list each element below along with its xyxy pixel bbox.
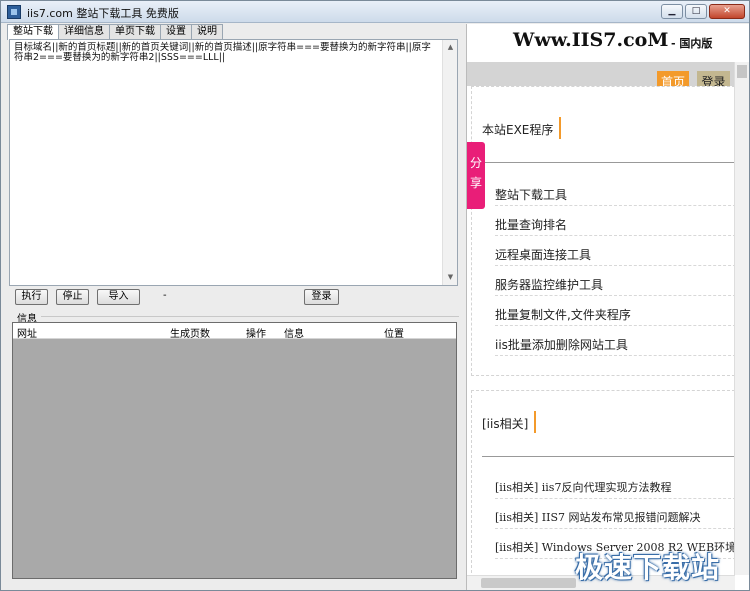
list-item[interactable]: 远程桌面连接工具 <box>495 244 736 266</box>
web-vertical-scrollbar[interactable] <box>734 62 749 575</box>
web-panel: Www.IIS7.coM - 国内版 首页 登录 本站EXE程序 整站下载工具 … <box>466 24 749 590</box>
column-header-action[interactable]: 操作 <box>246 325 266 340</box>
column-header-url[interactable]: 网址 <box>17 325 37 340</box>
maximize-button[interactable]: □ <box>685 4 707 19</box>
info-listview[interactable]: 网址 生成页数 操作 信息 位置 <box>12 322 457 579</box>
list-item[interactable]: 服务器监控维护工具 <box>495 274 736 296</box>
status-dash: - <box>163 290 167 301</box>
login-button[interactable]: 登录 <box>304 289 339 305</box>
app-window: iis7.com 整站下载工具 免费版 ▁ □ ✕ 整站下载 详细信息 单页下载… <box>0 0 750 591</box>
list-header: 网址 生成页数 操作 信息 位置 <box>13 323 456 340</box>
site-watermark: 极速下载站 <box>575 551 721 584</box>
section-rule <box>482 162 736 163</box>
stop-button[interactable]: 停止 <box>56 289 89 305</box>
config-textarea[interactable]: 目标域名||新的首页标题||新的首页关键词||新的首页描述||原字符串===要替… <box>9 39 458 286</box>
section-title-exe: 本站EXE程序 <box>482 117 562 139</box>
scroll-down-icon[interactable]: ▼ <box>443 270 458 285</box>
column-header-pages[interactable]: 生成页数 <box>170 325 210 340</box>
title-bar[interactable]: iis7.com 整站下载工具 免费版 ▁ □ ✕ <box>1 1 749 23</box>
tab-site-download[interactable]: 整站下载 <box>7 24 59 40</box>
list-item[interactable]: 整站下载工具 <box>495 184 736 206</box>
section-rule <box>482 456 736 457</box>
editor-scrollbar[interactable]: ▲ ▼ <box>442 40 457 285</box>
app-icon <box>7 5 21 19</box>
group-divider <box>41 316 459 317</box>
list-item[interactable]: [iis相关] IIS7 网站发布常见报错问题解决 <box>495 507 736 529</box>
window-controls: ▁ □ ✕ <box>661 4 745 19</box>
scroll-thumb[interactable] <box>737 65 747 78</box>
list-item[interactable]: 批量查询排名 <box>495 214 736 236</box>
tab-help[interactable]: 说明 <box>191 24 223 39</box>
brand-logo[interactable]: Www.IIS7.coM <box>513 29 668 51</box>
config-text: 目标域名||新的首页标题||新的首页关键词||新的首页描述||原字符串===要替… <box>14 42 431 63</box>
execute-button[interactable]: 执行 <box>15 289 48 305</box>
scroll-thumb[interactable] <box>481 578 576 588</box>
tab-single-page[interactable]: 单页下载 <box>109 24 161 39</box>
nav-band <box>467 62 735 86</box>
import-button[interactable]: 导入 <box>97 289 140 305</box>
minimize-button[interactable]: ▁ <box>661 4 683 19</box>
share-tab[interactable]: 分享 <box>467 142 485 209</box>
column-header-position[interactable]: 位置 <box>384 325 404 340</box>
list-item[interactable]: iis批量添加删除网站工具 <box>495 334 736 356</box>
tab-details[interactable]: 详细信息 <box>58 24 110 39</box>
close-button[interactable]: ✕ <box>709 4 745 19</box>
section-title-iis: [iis相关] <box>482 411 537 433</box>
column-header-info[interactable]: 信息 <box>284 325 304 340</box>
brand-header: Www.IIS7.coM - 国内版 <box>467 24 749 62</box>
window-title: iis7.com 整站下载工具 免费版 <box>27 7 179 20</box>
tab-strip: 整站下载 详细信息 单页下载 设置 说明 <box>7 24 223 40</box>
exe-programs-card: 本站EXE程序 整站下载工具 批量查询排名 远程桌面连接工具 服务器监控维护工具… <box>471 86 736 376</box>
scroll-up-icon[interactable]: ▲ <box>443 40 458 55</box>
brand-edition: - 国内版 <box>671 37 713 50</box>
list-item[interactable]: 批量复制文件,文件夹程序 <box>495 304 736 326</box>
tab-settings[interactable]: 设置 <box>160 24 192 39</box>
list-item[interactable]: [iis相关] iis7反向代理实现方法教程 <box>495 477 736 499</box>
